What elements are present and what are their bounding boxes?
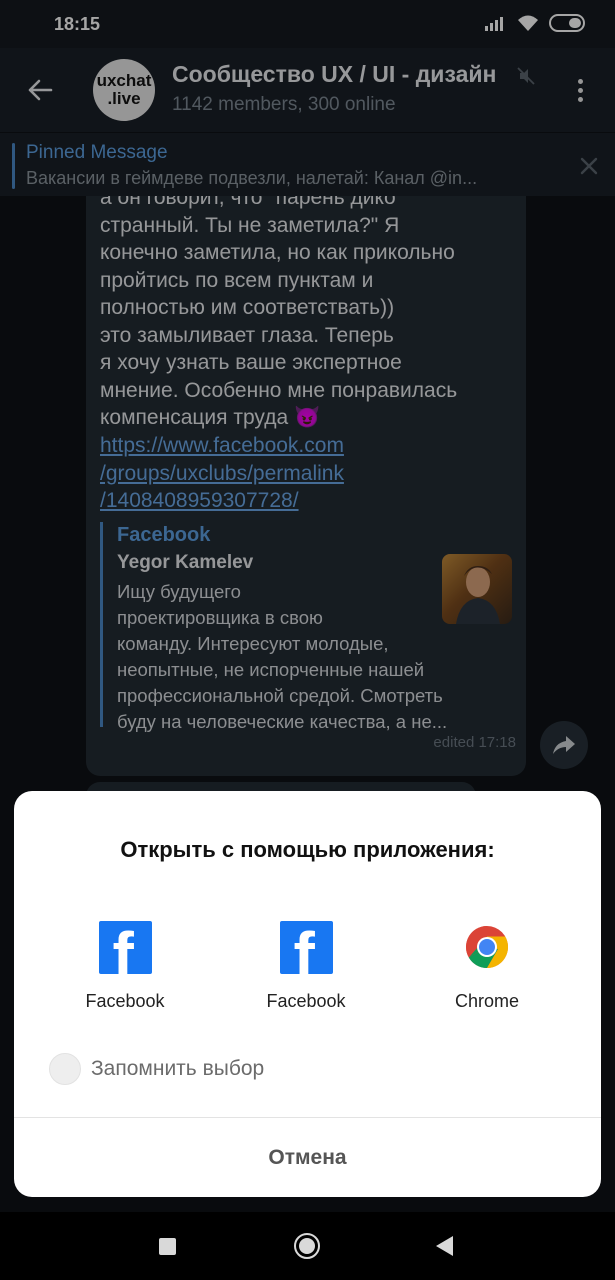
app-option-label: Facebook bbox=[266, 991, 346, 1011]
app-option-label: Chrome bbox=[454, 991, 520, 1011]
remember-choice[interactable]: Запомнить выбор bbox=[49, 1053, 264, 1085]
app-option-chrome[interactable]: Chrome bbox=[412, 916, 562, 1016]
home-button[interactable] bbox=[294, 1233, 320, 1259]
cancel-button[interactable]: Отмена bbox=[14, 1118, 601, 1197]
app-option-label: Facebook bbox=[85, 991, 165, 1011]
remember-choice-label: Запомнить выбор bbox=[91, 1057, 265, 1080]
remember-choice-radio[interactable] bbox=[49, 1053, 81, 1085]
facebook-icon: f bbox=[278, 919, 334, 975]
open-with-dialog: Открыть с помощью приложения: f Facebook… bbox=[14, 791, 601, 1197]
app-option-facebook[interactable]: f Facebook bbox=[50, 916, 200, 1016]
system-back-button[interactable] bbox=[436, 1236, 453, 1256]
chrome-icon bbox=[459, 919, 515, 975]
system-nav-bar bbox=[0, 1212, 615, 1280]
facebook-icon: f bbox=[97, 919, 153, 975]
recents-button[interactable] bbox=[159, 1238, 176, 1255]
app-option-facebook[interactable]: f Facebook bbox=[231, 916, 381, 1016]
dialog-title: Открыть с помощью приложения: bbox=[120, 837, 495, 862]
